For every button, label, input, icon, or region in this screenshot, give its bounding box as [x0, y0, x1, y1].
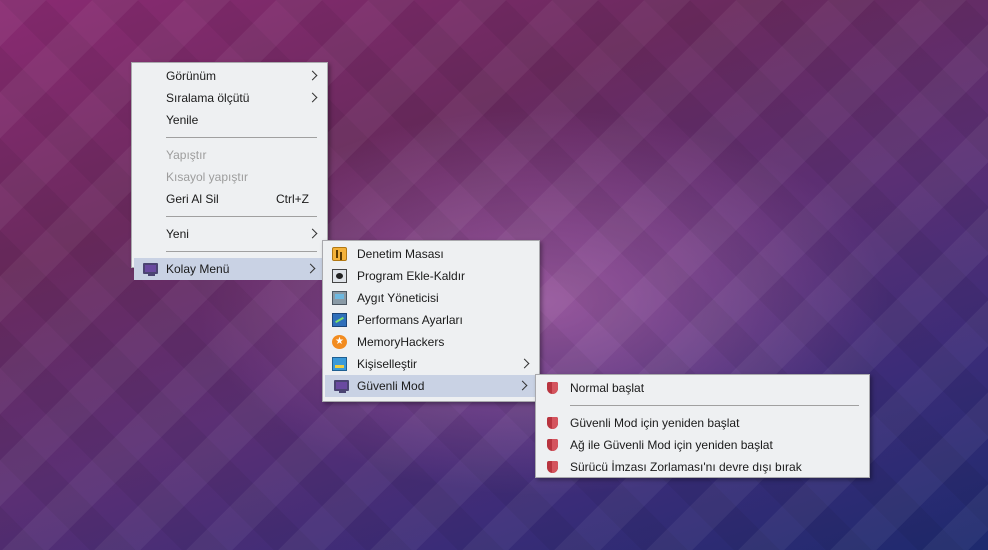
menu-item-restart-safe-mode-networking[interactable]: Ağ ile Güvenli Mod için yeniden başlat — [536, 434, 869, 456]
menu-item-view[interactable]: Görünüm — [132, 65, 327, 87]
menu-item-label: Normal başlat — [570, 381, 645, 395]
menu-item-normal-boot[interactable]: Normal başlat — [536, 377, 869, 399]
menu-item-paste: Yapıştır — [132, 144, 327, 166]
chevron-right-icon — [305, 263, 316, 274]
menu-item-label: Sıralama ölçütü — [166, 91, 250, 105]
menu-item-label: MemoryHackers — [357, 335, 445, 349]
shortcut-text: Ctrl+Z — [276, 192, 309, 206]
desktop-context-menu: Görünüm Sıralama ölçütü Yenile Yapıştır … — [131, 62, 328, 280]
menu-separator — [166, 137, 317, 138]
chevron-right-icon — [307, 92, 318, 103]
menu-item-kolay-menu[interactable]: Kolay Menü — [134, 258, 325, 280]
menu-item-restart-safe-mode[interactable]: Güvenli Mod için yeniden başlat — [536, 412, 869, 434]
menu-item-label: Sürücü İmzası Zorlaması'nı devre dışı bı… — [570, 460, 802, 474]
menu-item-label: Ağ ile Güvenli Mod için yeniden başlat — [570, 438, 773, 452]
menu-item-label: Kısayol yapıştır — [166, 170, 249, 184]
monitor-icon — [334, 380, 349, 393]
menu-item-label: Yenile — [166, 113, 199, 127]
personalize-icon — [332, 357, 347, 371]
menu-item-paste-shortcut: Kısayol yapıştır — [132, 166, 327, 188]
menu-item-memoryhackers[interactable]: ★ MemoryHackers — [323, 331, 539, 353]
menu-item-device-manager[interactable]: Aygıt Yöneticisi — [323, 287, 539, 309]
menu-item-label: Kolay Menü — [166, 262, 230, 276]
menu-item-label: Geri Al Sil — [166, 192, 219, 206]
star-icon: ★ — [332, 335, 347, 349]
menu-item-add-remove-programs[interactable]: Program Ekle-Kaldır — [323, 265, 539, 287]
monitor-icon — [143, 263, 158, 276]
menu-item-label: Güvenli Mod için yeniden başlat — [570, 416, 740, 430]
menu-item-disable-driver-signature[interactable]: Sürücü İmzası Zorlaması'nı devre dışı bı… — [536, 456, 869, 478]
performance-icon — [332, 313, 347, 327]
kolay-menu-submenu: Denetim Masası Program Ekle-Kaldır Aygıt… — [322, 240, 540, 402]
menu-separator — [166, 216, 317, 217]
control-panel-icon — [332, 247, 347, 261]
menu-item-refresh[interactable]: Yenile — [132, 109, 327, 131]
menu-item-label: Program Ekle-Kaldır — [357, 269, 466, 283]
shield-icon — [547, 439, 558, 451]
menu-item-label: Aygıt Yöneticisi — [357, 291, 439, 305]
shield-icon — [547, 417, 558, 429]
menu-item-label: Yeni — [166, 227, 189, 241]
chevron-right-icon — [307, 228, 318, 239]
menu-item-safe-mode[interactable]: Güvenli Mod — [325, 375, 537, 397]
program-icon — [332, 269, 347, 283]
menu-item-label: Kişiselleştir — [357, 357, 418, 371]
menu-item-control-panel[interactable]: Denetim Masası — [323, 243, 539, 265]
menu-item-new[interactable]: Yeni — [132, 223, 327, 245]
menu-item-undo-delete[interactable]: Geri Al Sil Ctrl+Z — [132, 188, 327, 210]
menu-separator — [570, 405, 859, 406]
menu-separator — [166, 251, 317, 252]
menu-item-sort-by[interactable]: Sıralama ölçütü — [132, 87, 327, 109]
menu-item-label: Görünüm — [166, 69, 217, 83]
menu-item-label: Performans Ayarları — [357, 313, 463, 327]
shield-icon — [547, 461, 558, 473]
desktop-background[interactable]: Görünüm Sıralama ölçütü Yenile Yapıştır … — [0, 0, 988, 550]
device-manager-icon — [332, 291, 347, 305]
shield-icon — [547, 382, 558, 394]
menu-item-label: Güvenli Mod — [357, 379, 425, 393]
menu-item-personalize[interactable]: Kişiselleştir — [323, 353, 539, 375]
menu-item-label: Denetim Masası — [357, 247, 444, 261]
menu-item-label: Yapıştır — [166, 148, 207, 162]
chevron-right-icon — [517, 380, 528, 391]
menu-item-performance-settings[interactable]: Performans Ayarları — [323, 309, 539, 331]
chevron-right-icon — [307, 70, 318, 81]
chevron-right-icon — [519, 358, 530, 369]
safe-mode-submenu: Normal başlat Güvenli Mod için yeniden b… — [535, 374, 870, 478]
